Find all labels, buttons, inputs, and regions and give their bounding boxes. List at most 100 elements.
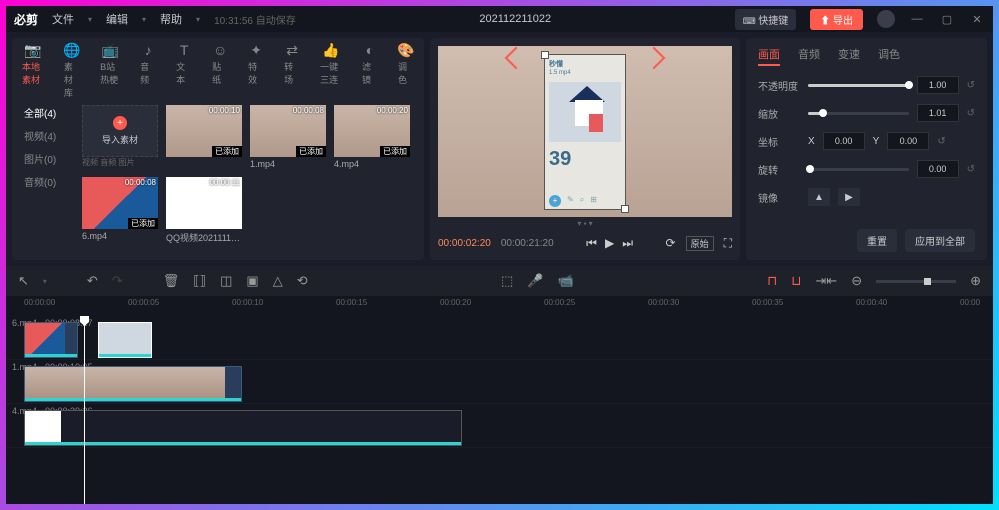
link-button[interactable]: ⊔ xyxy=(791,273,801,289)
media-tab-color[interactable]: 🎨调色 xyxy=(398,42,414,99)
menu-edit[interactable]: 编辑 xyxy=(106,11,128,27)
zoom-in-button[interactable]: ⊕ xyxy=(970,273,981,289)
shortcuts-button[interactable]: ⌨ 快捷键 xyxy=(735,9,797,30)
total-time: 00:00:21:20 xyxy=(501,238,554,249)
media-grid: +导入素材 视频 音频 图片 00:00:10已添加 00:00:08已添加1.… xyxy=(76,99,424,260)
zoom-slider[interactable] xyxy=(876,280,956,283)
freeze-button[interactable]: ▣ xyxy=(246,273,258,289)
clip[interactable] xyxy=(24,366,242,402)
thumb-icon: 👍 xyxy=(323,42,339,58)
export-button[interactable]: ⬆ 导出 xyxy=(810,9,863,30)
pos-x-value[interactable]: 0.00 xyxy=(823,132,865,150)
rotation-value[interactable]: 0.00 xyxy=(917,160,959,178)
mic-button[interactable]: 🎤 xyxy=(527,273,543,289)
fullscreen-button[interactable]: ⛶ xyxy=(724,236,732,251)
media-tab-audio[interactable]: ♪音频 xyxy=(140,42,156,99)
close-icon[interactable]: ✕ xyxy=(969,13,985,26)
magnet-button[interactable]: ⊓ xyxy=(767,273,777,289)
playhead[interactable] xyxy=(84,316,85,504)
loop-button[interactable]: ⟳ xyxy=(666,236,676,250)
cat-video[interactable]: 视频(4) xyxy=(24,128,76,143)
track[interactable]: 4.mp400:00:20:26 xyxy=(6,404,993,448)
props-tab-color[interactable]: 调色 xyxy=(878,46,900,66)
zoom-out-button[interactable]: ⊖ xyxy=(851,273,862,289)
camera-icon: 📷 xyxy=(25,42,41,58)
clip[interactable] xyxy=(24,410,462,446)
media-item[interactable]: 00:00:10已添加 xyxy=(166,105,242,169)
preview-stage[interactable]: 秒懂1.5 mp4 39 +✎⌕⊞ xyxy=(438,46,732,217)
clip[interactable] xyxy=(98,322,152,358)
cat-all[interactable]: 全部(4) xyxy=(24,105,76,120)
media-tabs: 📷本地素材 🌐素材库 📺B站热梗 ♪音频 T文本 ☺贴纸 ✦特效 ⇄转场 👍一键… xyxy=(12,38,424,99)
minimize-icon[interactable]: — xyxy=(909,13,925,25)
props-tab-audio[interactable]: 音频 xyxy=(798,46,820,66)
prev-frame-button[interactable]: ⏮ xyxy=(586,236,597,251)
clip[interactable] xyxy=(24,322,78,358)
media-tab-fx[interactable]: ✦特效 xyxy=(248,42,264,99)
timeline-ruler[interactable]: 00:00:00 00:00:05 00:00:10 00:00:15 00:0… xyxy=(6,296,993,316)
reset-button[interactable]: 重置 xyxy=(857,229,897,252)
delete-button[interactable]: 🗑 xyxy=(163,273,180,289)
media-tab-like[interactable]: 👍一键三连 xyxy=(320,42,342,99)
apply-all-button[interactable]: 应用到全部 xyxy=(905,229,975,252)
track[interactable]: 1.mp400:00:10:05 xyxy=(6,360,993,404)
media-item[interactable]: 00:00:11QQ视频2021111921 2... xyxy=(166,177,242,244)
media-item[interactable]: 00:00:08已添加1.mp4 xyxy=(250,105,326,169)
ratio-select[interactable]: 原始 xyxy=(686,236,714,251)
next-frame-button[interactable]: ⏭ xyxy=(622,236,633,251)
scale-slider[interactable] xyxy=(808,112,909,115)
media-tab-text[interactable]: T文本 xyxy=(176,42,192,99)
props-tab-canvas[interactable]: 画面 xyxy=(758,46,780,66)
media-tab-transition[interactable]: ⇄转场 xyxy=(284,42,300,99)
mirror-tool[interactable]: △ xyxy=(273,273,283,289)
cat-audio[interactable]: 音频(0) xyxy=(24,174,76,189)
scale-value[interactable]: 1.01 xyxy=(917,104,959,122)
app-logo: 必剪 xyxy=(14,11,38,28)
redo-button[interactable]: ↷ xyxy=(112,273,123,289)
import-button[interactable]: +导入素材 视频 音频 图片 xyxy=(82,105,158,169)
current-time: 00:00:02:20 xyxy=(438,238,491,249)
rotate-tool[interactable]: ⟲ xyxy=(297,273,308,289)
split-button[interactable]: ⟦⟧ xyxy=(193,273,206,289)
snap-button[interactable]: ⇥⇤ xyxy=(815,273,837,289)
maximize-icon[interactable]: ▢ xyxy=(939,13,955,26)
reset-icon[interactable]: ↺ xyxy=(937,136,945,147)
tv-icon: 📺 xyxy=(102,42,118,58)
reset-icon[interactable]: ↺ xyxy=(967,108,975,119)
media-item[interactable]: 00:00:08已添加6.mp4 xyxy=(82,177,158,244)
media-tab-filter[interactable]: ◐滤镜 xyxy=(362,42,378,99)
pos-y-value[interactable]: 0.00 xyxy=(887,132,929,150)
opacity-value[interactable]: 1.00 xyxy=(917,76,959,94)
preview-controls: 00:00:02:20 00:00:21:20 ⏮ ▶ ⏭ ⟳ 原始 ⛶ xyxy=(438,230,732,252)
media-tab-library[interactable]: 🌐素材库 xyxy=(64,42,80,99)
timeline-toolbar: ↖▾ ↶ ↷ 🗑 ⟦⟧ ◫ ▣ △ ⟲ ⬚ 🎤 📹 ⊓ ⊔ ⇥⇤ ⊖ ⊕ xyxy=(6,266,993,296)
timeline[interactable]: 6.mp400:00:08:27 1.mp400:00:10:05 4.mp40… xyxy=(6,316,993,504)
media-tab-bili[interactable]: 📺B站热梗 xyxy=(100,42,120,99)
play-button[interactable]: ▶ xyxy=(605,236,614,251)
preview-element[interactable]: 秒懂1.5 mp4 39 +✎⌕⊞ xyxy=(544,54,626,210)
undo-button[interactable]: ↶ xyxy=(87,273,98,289)
select-tool[interactable]: ↖ xyxy=(18,273,29,289)
transition-icon: ⇄ xyxy=(284,42,300,58)
sparkle-icon: ✦ xyxy=(248,42,264,58)
reset-icon[interactable]: ↺ xyxy=(967,164,975,175)
mirror-v-button[interactable]: ▶ xyxy=(838,188,860,206)
crop-button[interactable]: ◫ xyxy=(220,273,232,289)
rotation-slider[interactable] xyxy=(808,168,909,171)
cat-image[interactable]: 图片(0) xyxy=(24,151,76,166)
mirror-h-button[interactable]: ▲ xyxy=(808,188,830,206)
track[interactable]: 6.mp400:00:08:27 xyxy=(6,316,993,360)
menu-file[interactable]: 文件 xyxy=(52,11,74,27)
text-icon: T xyxy=(176,42,192,58)
media-tab-local[interactable]: 📷本地素材 xyxy=(22,42,44,99)
props-tab-speed[interactable]: 变速 xyxy=(838,46,860,66)
opacity-slider[interactable] xyxy=(808,84,909,87)
media-item[interactable]: 00:00:20已添加4.mp4 xyxy=(334,105,410,169)
palette-icon: 🎨 xyxy=(398,42,414,58)
record-button[interactable]: ⬚ xyxy=(501,273,513,289)
media-tab-sticker[interactable]: ☺贴纸 xyxy=(212,42,228,99)
reset-icon[interactable]: ↺ xyxy=(967,80,975,91)
menu-help[interactable]: 帮助 xyxy=(160,11,182,27)
avatar[interactable] xyxy=(877,10,895,28)
camera-button[interactable]: 📹 xyxy=(558,273,574,289)
